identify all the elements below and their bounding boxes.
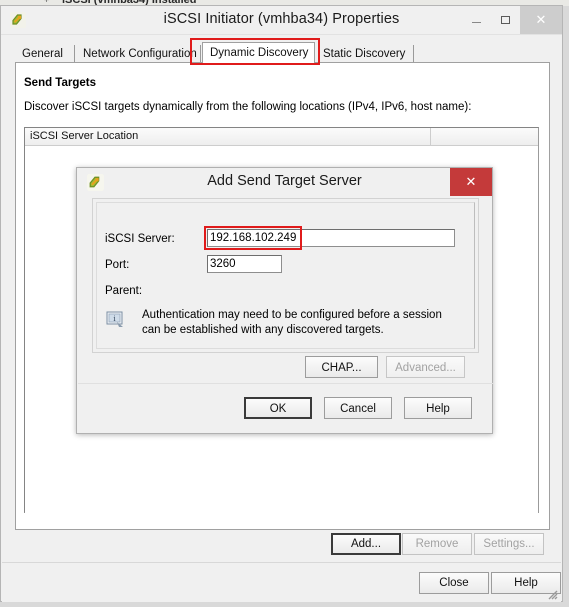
send-targets-heading: Send Targets [24, 77, 96, 89]
port-label: Port: [105, 259, 130, 271]
settings-button: Settings... [474, 533, 544, 555]
authentication-notice: Authentication may need to be configured… [142, 309, 442, 336]
list-header-row: iSCSI Server Location [25, 128, 538, 146]
parent-label: Parent: [105, 285, 143, 297]
dialog-close-button[interactable]: ✕ [450, 168, 492, 196]
iscsi-server-label: iSCSI Server: [105, 233, 175, 245]
tab-highlight-annotation [190, 38, 320, 65]
tab-static-discovery[interactable]: Static Discovery [316, 45, 414, 63]
close-button[interactable]: Close [419, 572, 489, 594]
column-header-secondary[interactable] [431, 128, 538, 145]
iscsi-server-input[interactable]: 192.168.102.249 [207, 229, 455, 247]
add-send-target-server-dialog: Add Send Target Server ✕ [76, 167, 493, 434]
resize-grip[interactable] [545, 587, 558, 600]
cancel-button[interactable]: Cancel [324, 397, 392, 419]
chap-button[interactable]: CHAP... [305, 356, 378, 378]
remove-button: Remove [402, 533, 472, 555]
window-footer: Close Help [2, 562, 561, 602]
minimize-button[interactable] [462, 6, 491, 34]
close-window-button[interactable]: ✕ [520, 6, 562, 34]
dialog-titlebar: Add Send Target Server ✕ [77, 168, 492, 197]
send-targets-description: Discover iSCSI targets dynamically from … [24, 101, 472, 113]
window-titlebar: iSCSI Initiator (vmhba34) Properties ✕ [1, 6, 562, 35]
tab-network-configuration[interactable]: Network Configuration [76, 45, 201, 63]
column-header-server-location[interactable]: iSCSI Server Location [25, 128, 431, 145]
tab-general[interactable]: General [15, 45, 75, 63]
add-button[interactable]: Add... [331, 533, 401, 555]
ok-button[interactable]: OK [244, 397, 312, 419]
window-controls: ✕ [462, 6, 562, 34]
advanced-button: Advanced... [386, 356, 465, 378]
dialog-separator [78, 383, 493, 384]
dialog-help-button[interactable]: Help [404, 397, 472, 419]
port-input[interactable]: 3260 [207, 255, 282, 273]
tab-strip: General Network Configuration Dynamic Di… [15, 38, 550, 65]
dialog-title: Add Send Target Server [207, 173, 362, 189]
maximize-button[interactable] [491, 6, 520, 34]
